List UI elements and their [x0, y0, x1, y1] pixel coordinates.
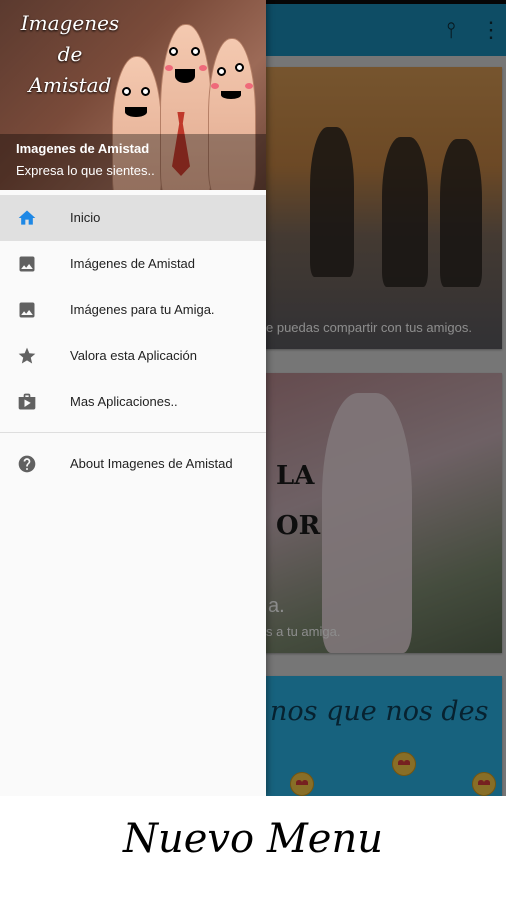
menu-item-label: Valora esta Aplicación [70, 348, 197, 363]
header-logo-title: Imagenes de Amistad [14, 8, 126, 101]
shop-icon [18, 393, 36, 410]
menu-item-inicio[interactable]: Inicio [0, 195, 266, 241]
logo-title-line: Amistad [28, 73, 112, 97]
help-icon [18, 455, 36, 473]
logo-title-line: Imagenes [20, 11, 120, 35]
menu-item-mas-aplicaciones[interactable]: Mas Aplicaciones.. [0, 379, 266, 425]
menu-item-imagenes-amiga[interactable]: Imágenes para tu Amiga. [0, 287, 266, 333]
logo-title-line: de [57, 42, 83, 66]
home-icon [18, 210, 36, 225]
menu-item-imagenes-amistad[interactable]: Imágenes de Amistad [0, 241, 266, 287]
menu-item-label: About Imagenes de Amistad [70, 456, 233, 471]
menu-item-about[interactable]: About Imagenes de Amistad [0, 441, 266, 487]
header-app-name: Imagenes de Amistad [16, 141, 150, 156]
menu-item-valora[interactable]: Valora esta Aplicación [0, 333, 266, 379]
menu-item-label: Imágenes para tu Amiga. [70, 302, 215, 317]
header-subtitle: Expresa lo que sientes.. [16, 163, 155, 178]
menu-item-label: Inicio [70, 210, 101, 225]
menu-item-label: Mas Aplicaciones.. [70, 394, 178, 409]
image-icon [19, 302, 35, 318]
menu-divider [0, 432, 266, 433]
drawer-menu: Inicio Imágenes de Amistad Imágenes para… [0, 195, 266, 487]
menu-item-label: Imágenes de Amistad [70, 256, 196, 271]
drawer-header: Imagenes de Amistad Imagenes de Amistad … [0, 0, 266, 190]
phone-screen: ⫯ ⋮ e puedas compartir con tus amigos. L… [0, 0, 506, 796]
image-icon [19, 256, 35, 272]
navigation-drawer: Imagenes de Amistad Imagenes de Amistad … [0, 0, 266, 796]
promo-caption-text: Nuevo Menu [123, 816, 383, 862]
star-icon [18, 347, 36, 364]
promo-caption: Nuevo Menu [0, 796, 506, 900]
